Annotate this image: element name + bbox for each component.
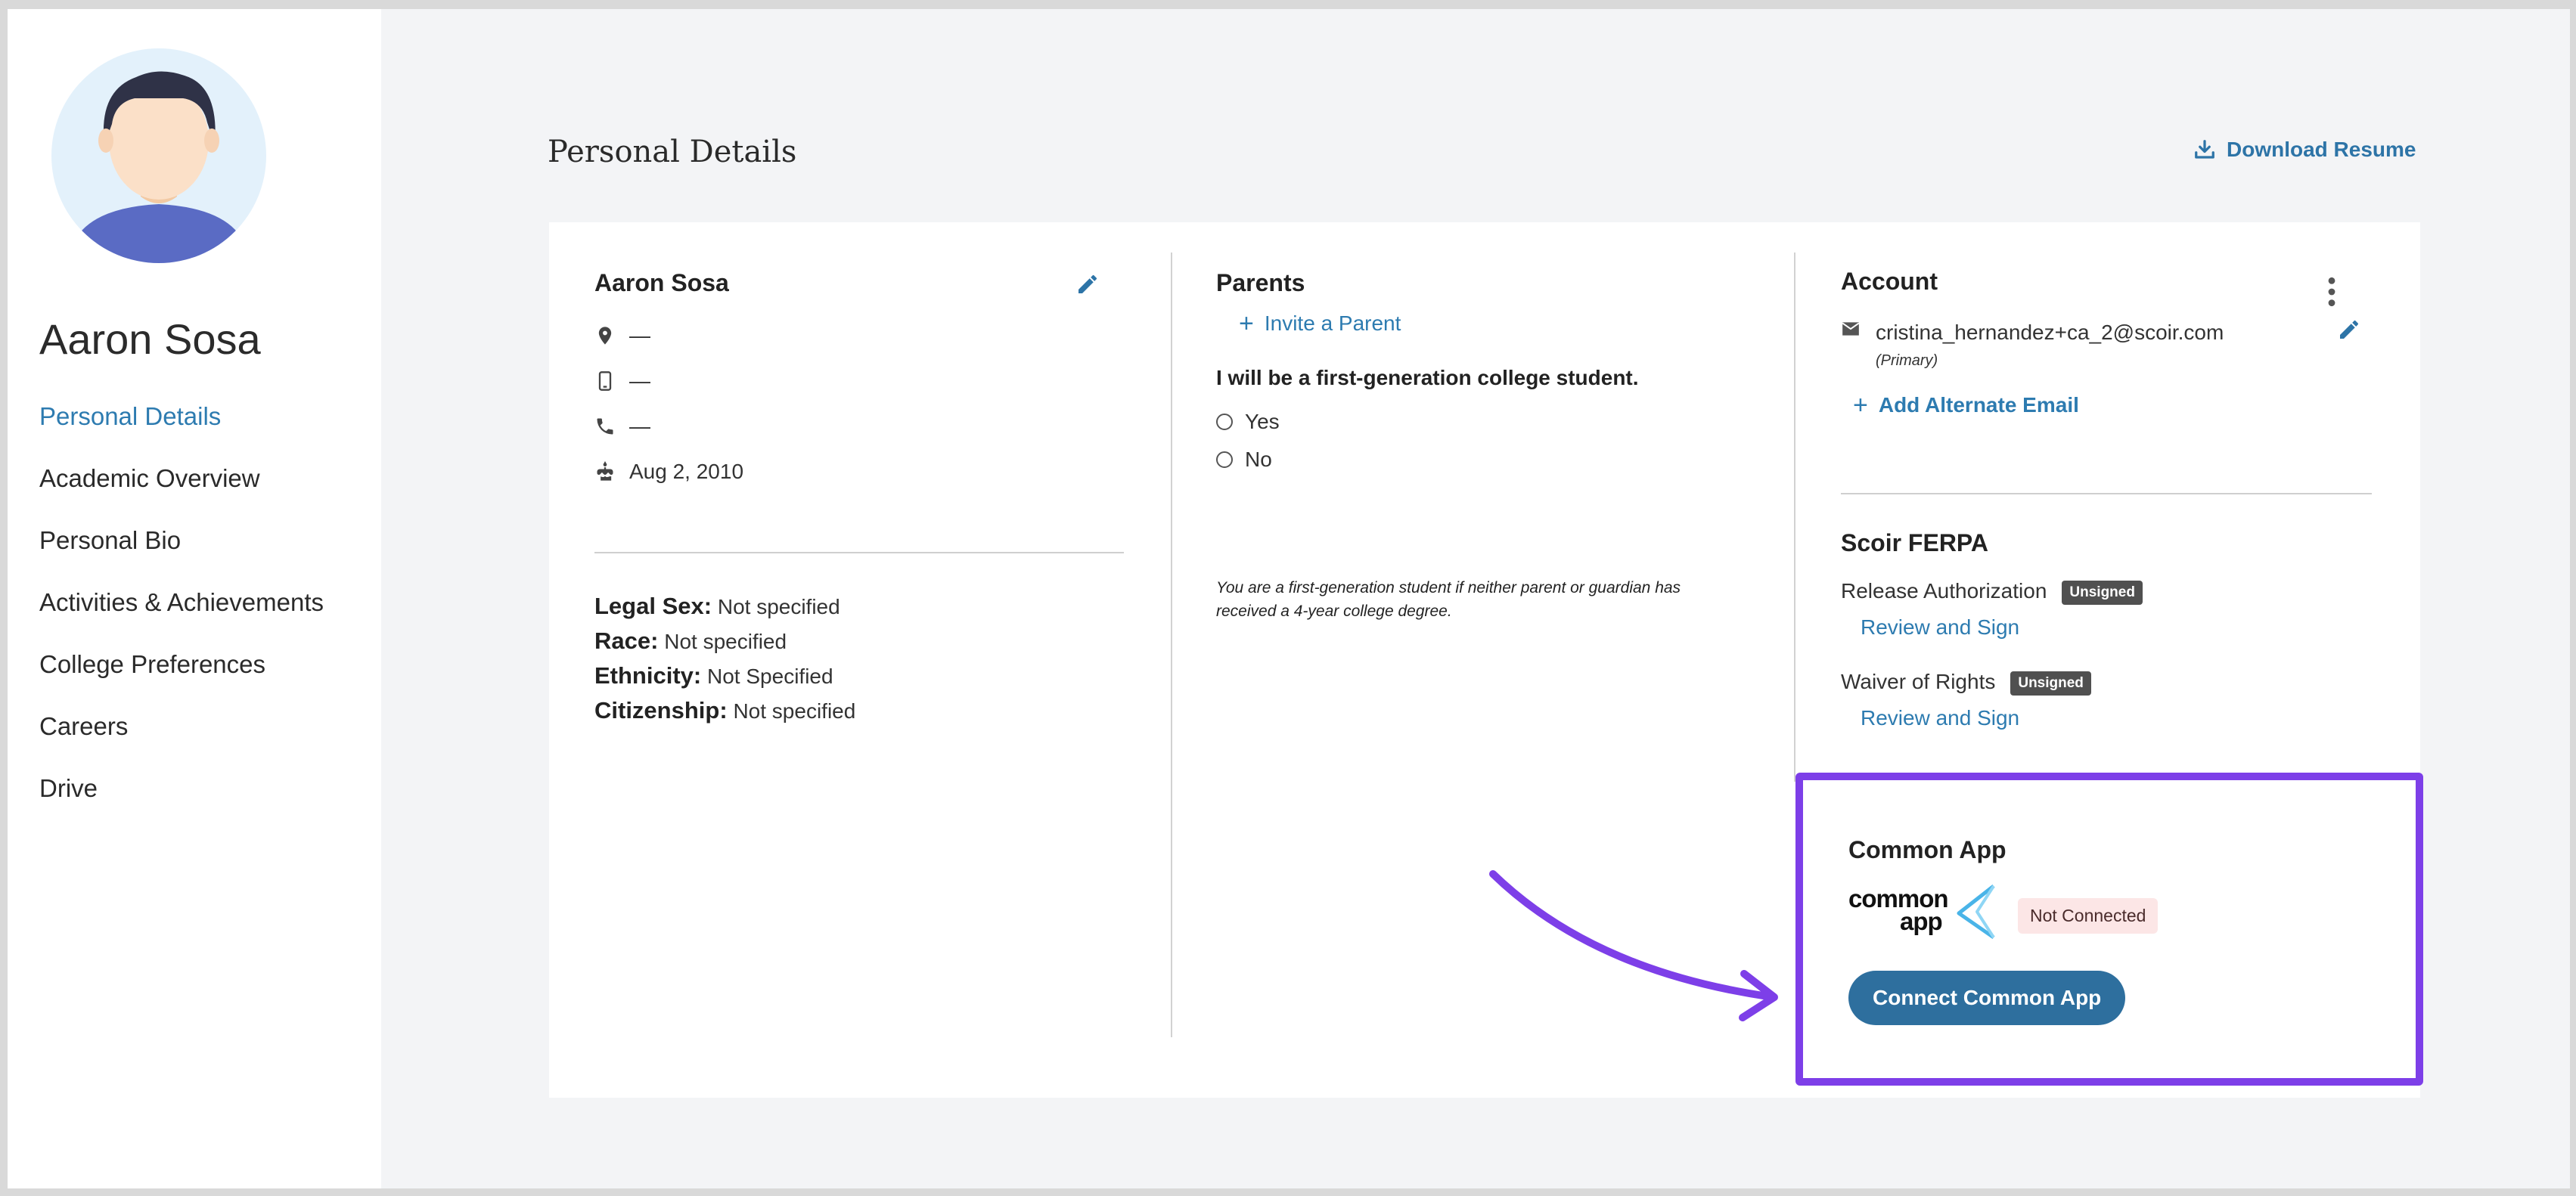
student-avatar: [51, 48, 266, 263]
app-window: Aaron Sosa Personal Details Academic Ove…: [8, 9, 2570, 1188]
page-title: Personal Details: [548, 135, 797, 169]
student-name: Aaron Sosa: [39, 315, 261, 363]
download-icon: [2195, 140, 2214, 159]
nav-item-personal-details[interactable]: Personal Details: [39, 402, 324, 464]
sidebar-nav: Personal Details Academic Overview Perso…: [39, 402, 324, 836]
nav-item-activities-achievements[interactable]: Activities & Achievements: [39, 588, 324, 650]
nav-item-academic-overview[interactable]: Academic Overview: [39, 464, 324, 526]
common-app-logo: common app: [1848, 883, 2000, 943]
common-app-title: Common App: [1848, 836, 2006, 863]
nav-item-personal-bio[interactable]: Personal Bio: [39, 526, 324, 588]
nav-item-careers[interactable]: Careers: [39, 712, 324, 774]
download-resume-link[interactable]: Download Resume: [2193, 138, 2416, 162]
common-app-logo-mark-icon: [1957, 885, 1995, 940]
details-card: Aaron Sosa — — — Aug 2, 2010 Legal Sex: …: [549, 222, 2423, 1098]
common-app-logo-line2: app: [1900, 907, 1943, 935]
download-resume-label: Download Resume: [2227, 138, 2416, 161]
sidebar: Aaron Sosa Personal Details Academic Ove…: [8, 9, 381, 1188]
common-app-status-badge: Not Connected: [2018, 898, 2159, 934]
common-app-section: Common App common app Not Connected Conn…: [1795, 773, 2423, 1086]
nav-item-drive[interactable]: Drive: [39, 774, 324, 836]
connect-common-app-button[interactable]: Connect Common App: [1848, 971, 2126, 1025]
nav-item-college-preferences[interactable]: College Preferences: [39, 650, 324, 712]
